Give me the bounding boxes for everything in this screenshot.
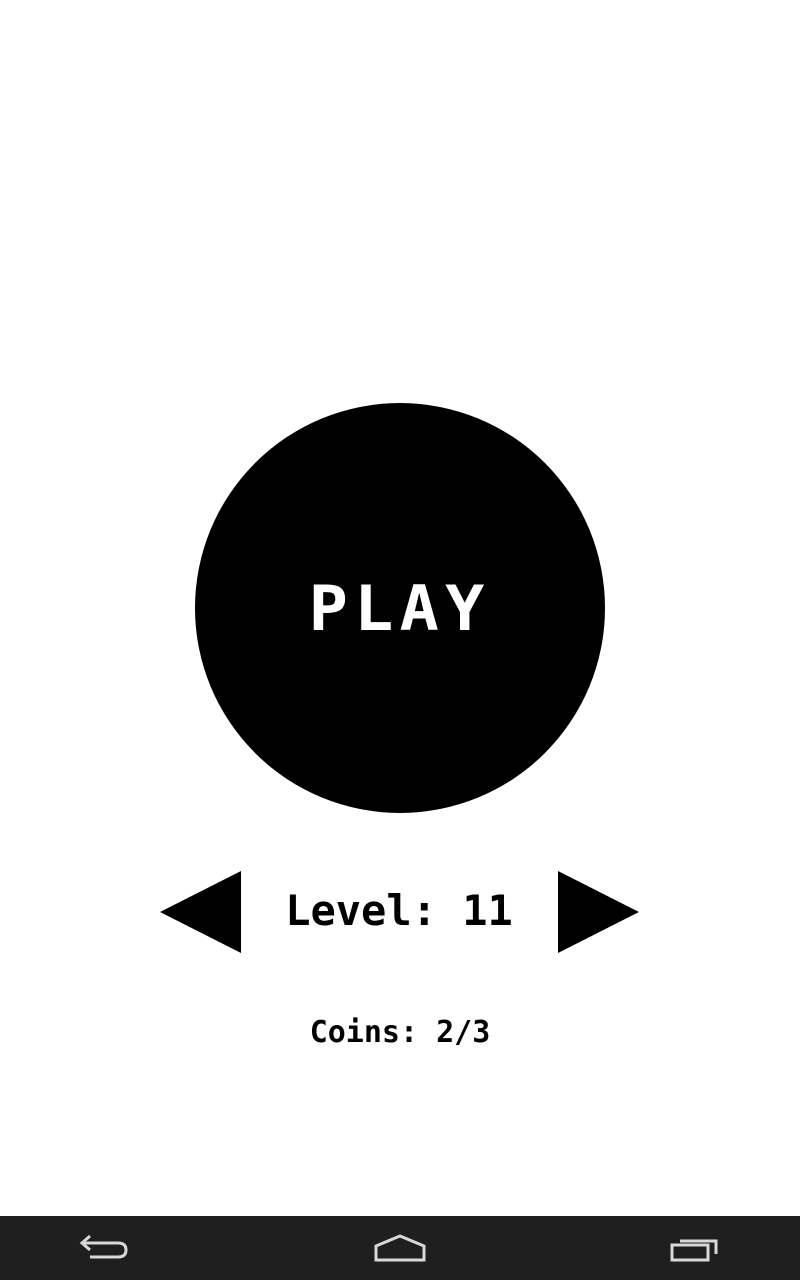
coins-label: Coins: 2/3 <box>309 1015 491 1050</box>
previous-level-icon[interactable] <box>160 871 241 953</box>
game-screen: PLAY Level: 11 Coins: 2/3 <box>0 0 800 1280</box>
next-level-icon[interactable] <box>558 871 639 953</box>
play-button[interactable]: PLAY <box>195 403 605 813</box>
system-navigation-bar <box>0 1216 800 1280</box>
back-button[interactable] <box>46 1216 166 1280</box>
recent-apps-button[interactable] <box>634 1216 754 1280</box>
recent-apps-icon <box>670 1239 718 1262</box>
back-arrow-icon <box>79 1234 128 1259</box>
play-label: PLAY <box>309 571 491 645</box>
home-button[interactable] <box>340 1216 460 1280</box>
home-icon <box>374 1234 426 1262</box>
level-label: Level: 11 <box>285 886 513 935</box>
